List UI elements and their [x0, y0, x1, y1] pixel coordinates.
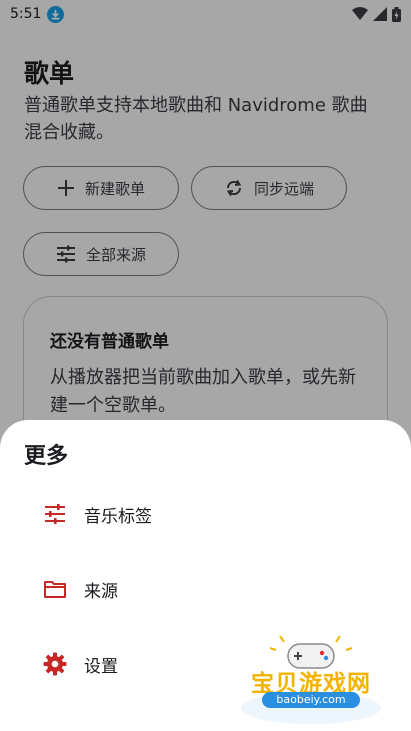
menu-item-music-tags[interactable]: 音乐标签	[0, 486, 411, 542]
menu-item-sources[interactable]: 来源	[0, 561, 411, 617]
menu-item-label: 音乐标签	[84, 506, 152, 527]
folder-icon	[42, 576, 68, 602]
watermark-logo: 宝贝游戏网 baobeiy.com	[236, 636, 386, 726]
watermark-url: baobeiy.com	[262, 692, 360, 708]
tune-icon	[42, 501, 68, 527]
gear-icon	[42, 651, 68, 677]
menu-item-label: 来源	[84, 581, 118, 602]
menu-item-label: 设置	[84, 656, 118, 677]
sheet-title: 更多	[24, 444, 69, 469]
